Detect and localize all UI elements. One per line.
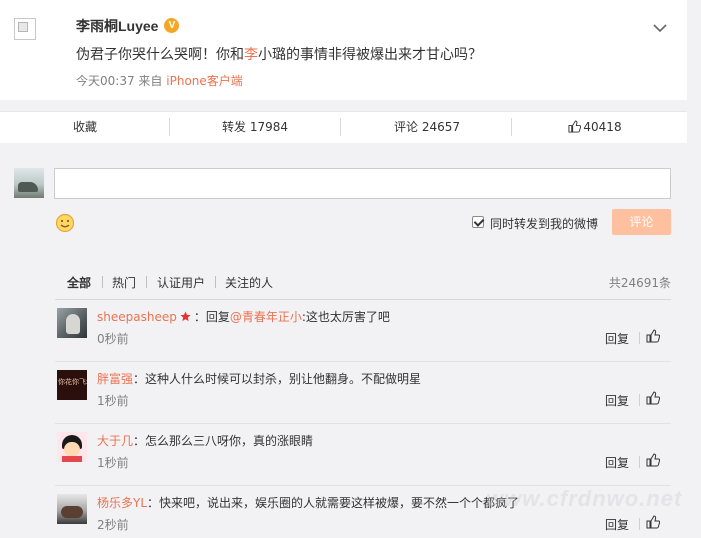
- post-source[interactable]: iPhone客户端: [166, 74, 243, 88]
- action-divider: [340, 118, 341, 136]
- post-author-name[interactable]: 李雨桐Luyee: [76, 16, 180, 36]
- comment-item: 大于几：怎么那么三八呀你，真的涨眼睛 1秒前 回复: [55, 424, 671, 486]
- comment-time: 1秒前: [97, 394, 129, 408]
- avatar[interactable]: [57, 494, 87, 524]
- comment-text: 大于几：怎么那么三八呀你，真的涨眼睛: [97, 434, 314, 448]
- reply-button[interactable]: 回复: [605, 454, 629, 471]
- post-author-avatar[interactable]: [14, 18, 36, 40]
- repost-checkbox[interactable]: [472, 216, 484, 228]
- submit-comment-button[interactable]: 评论: [612, 209, 671, 235]
- thumbs-up-icon[interactable]: [646, 329, 660, 343]
- smiley-icon[interactable]: [55, 213, 75, 233]
- comment-mention[interactable]: @青春年正小: [230, 310, 302, 324]
- reply-divider: [639, 456, 640, 468]
- filter-all[interactable]: 全部: [67, 274, 91, 291]
- filter-verified[interactable]: 认证用户: [157, 274, 205, 291]
- comment-item: sheepasheep ：回复@青春年正小:这也太厉害了吧 0秒前 回复: [55, 300, 671, 362]
- comment-button[interactable]: 评论 24657: [382, 112, 472, 144]
- current-user-avatar[interactable]: [14, 168, 44, 198]
- reply-button[interactable]: 回复: [605, 330, 629, 347]
- thumbs-up-icon[interactable]: [646, 391, 660, 405]
- post-time[interactable]: 今天00:37: [76, 74, 135, 88]
- post-card: 李雨桐Luyee 伪君子你哭什么哭啊！你和李小璐的事情非得被爆出来才甘心吗？ 今…: [0, 0, 687, 100]
- filter-divider: [102, 276, 103, 288]
- thumbs-up-icon[interactable]: [646, 453, 660, 467]
- vip-badge-icon: [164, 18, 180, 33]
- thumbs-up-icon[interactable]: [646, 515, 660, 529]
- comment-username[interactable]: sheepasheep: [97, 310, 177, 324]
- post-meta: 今天00:37 来自 iPhone客户端: [76, 74, 243, 88]
- comment-time: 1秒前: [97, 456, 129, 470]
- post-text-highlight[interactable]: 李: [244, 47, 258, 63]
- post-action-bar: 收藏 转发 17984 评论 24657 40418: [0, 111, 687, 143]
- comment-text: 杨乐多YL：快来吧，说出来，娱乐圈的人就需要这样被爆，要不然一个个都疯了: [97, 496, 520, 510]
- comment-username[interactable]: 大于几: [97, 434, 133, 448]
- reply-button[interactable]: 回复: [605, 392, 629, 409]
- chevron-down-icon[interactable]: [652, 20, 668, 36]
- filter-divider: [146, 276, 147, 288]
- comment-time: 2秒前: [97, 518, 129, 532]
- watermark: www.cfrdnwo.net: [486, 486, 683, 511]
- reply-button[interactable]: 回复: [605, 516, 629, 533]
- reply-divider: [639, 394, 640, 406]
- avatar[interactable]: [57, 432, 87, 462]
- star-badge-icon: [180, 311, 191, 322]
- repost-button[interactable]: 转发 17984: [210, 112, 300, 144]
- filter-divider: [215, 276, 216, 288]
- filter-following[interactable]: 关注的人: [225, 274, 273, 291]
- thumbs-up-icon: [568, 120, 582, 133]
- comment-input[interactable]: [54, 168, 671, 199]
- reply-divider: [639, 518, 640, 530]
- filter-hot[interactable]: 热门: [112, 274, 136, 291]
- like-button[interactable]: 40418: [560, 112, 630, 144]
- repost-label[interactable]: 同时转发到我的微博: [490, 215, 598, 232]
- post-text: 伪君子你哭什么哭啊！你和李小璐的事情非得被爆出来才甘心吗？: [76, 47, 482, 63]
- comment-item: 你花你飞坊 胖富强：这种人什么时候可以封杀，别让他翻身。不配做明星 1秒前 回复: [55, 362, 671, 424]
- comment-total: 共24691条: [608, 276, 671, 290]
- action-divider: [511, 118, 512, 136]
- comment-username[interactable]: 杨乐多YL: [97, 496, 147, 510]
- avatar[interactable]: 你花你飞坊: [57, 370, 87, 400]
- comment-text: 胖富强：这种人什么时候可以封杀，别让他翻身。不配做明星: [97, 372, 422, 386]
- comment-username[interactable]: 胖富强: [97, 372, 133, 386]
- action-divider: [169, 118, 170, 136]
- avatar[interactable]: [57, 308, 87, 338]
- favorite-button[interactable]: 收藏: [60, 112, 110, 144]
- comment-time: 0秒前: [97, 332, 129, 346]
- comment-text: sheepasheep ：回复@青春年正小:这也太厉害了吧: [97, 310, 390, 324]
- comment-filter-bar: 全部 热门 认证用户 关注的人 共24691条: [55, 264, 671, 300]
- reply-divider: [639, 332, 640, 344]
- like-count: 40418: [583, 120, 622, 134]
